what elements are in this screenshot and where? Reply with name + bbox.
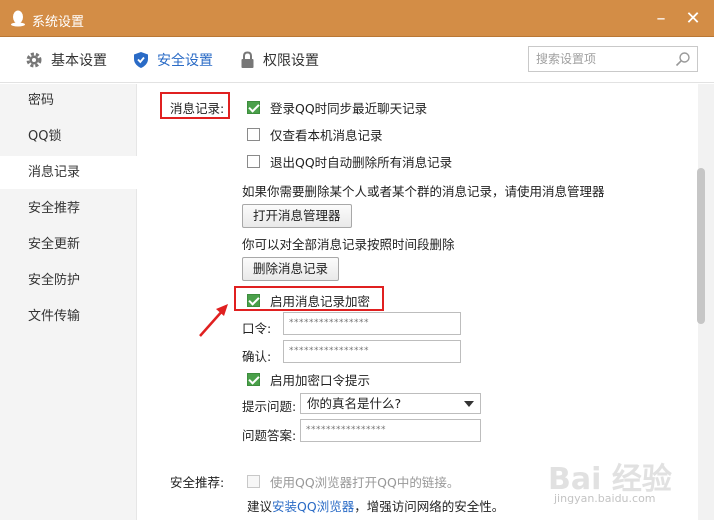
confirm-label: 确认: [242, 349, 272, 364]
gear-icon [26, 52, 42, 68]
sidebar-item-file-transfer[interactable]: 文件传输 [0, 300, 137, 333]
confirm-password-field[interactable]: **************** [283, 340, 461, 363]
checkbox-sync-recent-chats[interactable] [247, 101, 260, 114]
scrollbar-thumb[interactable] [697, 168, 705, 324]
answer-field[interactable]: **************** [300, 419, 481, 442]
tab-permission-settings[interactable]: 权限设置 [240, 49, 319, 71]
checkbox-enable-encryption[interactable] [247, 294, 260, 307]
section-label-security-recommend: 安全推荐: [170, 475, 225, 490]
delete-message-record-button[interactable]: 删除消息记录 [242, 257, 340, 281]
qq-logo-icon [11, 10, 25, 27]
close-icon[interactable]: ✕ [682, 8, 704, 30]
delete-hint-text: 你可以对全部消息记录按照时间段删除 [242, 237, 455, 252]
option-enable-encryption[interactable]: 启用消息记录加密 [247, 291, 370, 310]
tab-bar: 基本设置 安全设置 权限设置 [0, 37, 714, 83]
checkbox-local-only[interactable] [247, 128, 260, 141]
red-arrow-icon [199, 304, 228, 337]
chevron-down-icon [464, 401, 474, 407]
title-bar: 系统设置 – ✕ [0, 0, 714, 37]
install-qq-browser-link[interactable]: 安装QQ浏览器 [272, 496, 354, 515]
shield-icon [134, 52, 148, 68]
checkbox-auto-delete-on-exit[interactable] [247, 155, 260, 168]
settings-sidebar: 密码 QQ锁 消息记录 安全推荐 安全更新 安全防护 文件传输 [0, 84, 137, 520]
option-local-only[interactable]: 仅查看本机消息记录 [247, 125, 383, 144]
tab-security-settings[interactable]: 安全设置 [133, 49, 213, 71]
answer-label: 问题答案: [242, 428, 297, 443]
password-label: 口令: [242, 321, 272, 336]
option-auto-delete-on-exit[interactable]: 退出QQ时自动删除所有消息记录 [247, 152, 452, 171]
tab-basic-settings[interactable]: 基本设置 [25, 49, 107, 71]
sidebar-item-password[interactable]: 密码 [0, 84, 137, 117]
sidebar-item-security-recommend[interactable]: 安全推荐 [0, 192, 137, 225]
option-sync-recent-chats[interactable]: 登录QQ时同步最近聊天记录 [247, 98, 427, 117]
tab-label: 权限设置 [263, 53, 319, 69]
password-field[interactable]: **************** [283, 312, 461, 335]
sidebar-item-qq-lock[interactable]: QQ锁 [0, 120, 137, 153]
hint-question-value: 你的真名是什么? [307, 396, 402, 411]
minimize-icon[interactable]: – [650, 8, 672, 30]
hint-question-select[interactable]: 你的真名是什么? [300, 393, 481, 414]
tab-label: 安全设置 [157, 53, 213, 69]
checkbox-use-qq-browser[interactable] [247, 475, 260, 488]
option-use-qq-browser[interactable]: 使用QQ浏览器打开QQ中的链接。 [247, 472, 459, 491]
baidu-watermark: Bai 经验 jingyan.baidu.com [548, 454, 708, 514]
settings-search-box[interactable] [528, 46, 698, 72]
sidebar-item-message-record[interactable]: 消息记录 [0, 156, 137, 189]
manager-hint-text: 如果你需要删除某个人或者某个群的消息记录，请使用消息管理器 [242, 184, 605, 199]
window-title: 系统设置 [32, 15, 85, 30]
tab-label: 基本设置 [51, 53, 107, 69]
sidebar-item-security-update[interactable]: 安全更新 [0, 228, 137, 261]
question-label: 提示问题: [242, 399, 297, 414]
lock-icon [241, 51, 254, 68]
search-input[interactable] [529, 47, 669, 71]
section-label-message-record: 消息记录: [170, 101, 225, 116]
option-enable-password-hint[interactable]: 启用加密口令提示 [247, 370, 370, 389]
watermark-url: jingyan.baidu.com [554, 492, 656, 505]
search-icon[interactable] [675, 51, 691, 67]
open-message-manager-button[interactable]: 打开消息管理器 [242, 204, 352, 228]
sidebar-item-security-protection[interactable]: 安全防护 [0, 264, 137, 297]
checkbox-enable-password-hint[interactable] [247, 373, 260, 386]
browser-advice-text: 建议 安装QQ浏览器 ，增强访问网络的安全性。 [247, 496, 504, 515]
